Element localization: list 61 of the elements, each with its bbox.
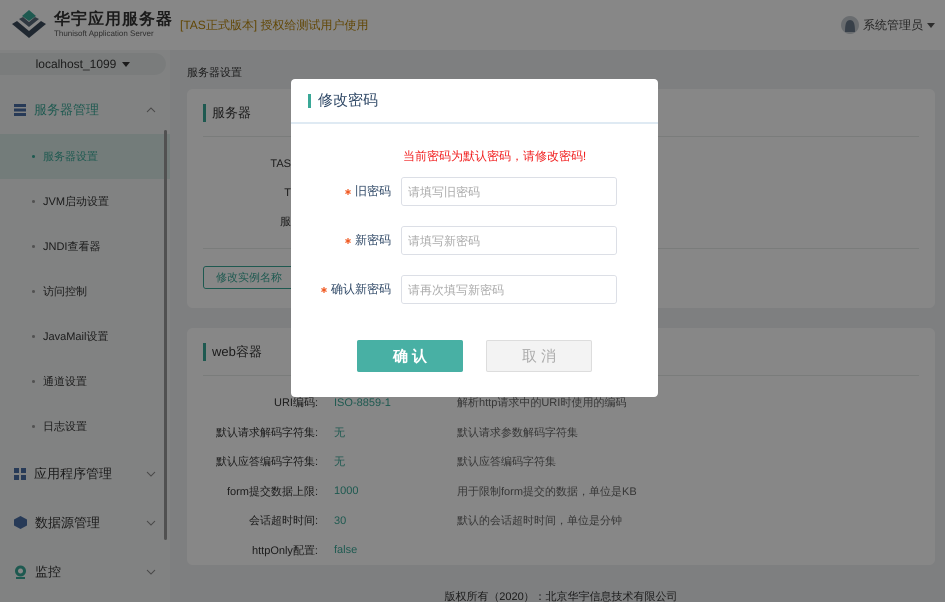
field-label: 服 xyxy=(279,215,291,229)
chevron-icon[interactable] xyxy=(146,106,156,112)
field-label: httpOnly配置: xyxy=(250,544,319,558)
caret-icon[interactable] xyxy=(122,62,130,66)
logo-title: 华宇应用服务器 xyxy=(54,11,173,29)
grid-icon xyxy=(14,468,26,480)
chevron-icon[interactable] xyxy=(146,470,156,476)
field-description: 默认的会话超时时间，单位是分钟 xyxy=(457,514,623,528)
logo-subtitle: Thunisoft Application Server xyxy=(54,29,155,39)
field-description: 默认应答编码字符集 xyxy=(457,454,557,470)
caret-icon[interactable] xyxy=(927,22,935,28)
password-field[interactable]: 请再次填写新密码 xyxy=(401,275,617,304)
field-value: 无 xyxy=(334,455,346,470)
menu-item[interactable]: JavaMail设置 xyxy=(0,314,170,359)
field-label: T xyxy=(283,186,291,198)
host-selector[interactable]: localhost_1099 xyxy=(0,53,166,75)
webcam-icon xyxy=(14,564,27,578)
menu-group[interactable]: 数据源管理 xyxy=(35,514,100,532)
confirm-button[interactable]: 确 认 xyxy=(357,340,463,372)
field-value: 无 xyxy=(334,426,346,440)
field-value: 30 xyxy=(334,514,348,527)
menu-item[interactable]: 日志设置 xyxy=(0,404,170,449)
license-notice: [TAS正式版本] 授权给测试用户使用 xyxy=(180,16,368,34)
dialog-title: 修改密码 xyxy=(318,91,378,110)
required-icon xyxy=(321,286,327,293)
user-menu[interactable]: 系统管理员 xyxy=(863,16,923,34)
field-description: 解析http请求中的URI时使用的编码 xyxy=(457,396,628,410)
field-value: 1000 xyxy=(334,485,360,498)
field-value: false xyxy=(334,544,358,556)
chevron-icon[interactable] xyxy=(146,568,156,574)
field-description: 默认请求参数解码字符集 xyxy=(457,426,579,440)
avatar-icon[interactable] xyxy=(841,16,859,34)
field-label: 会话超时时间: xyxy=(248,514,319,528)
field-label: form提交数据上限: xyxy=(226,484,319,499)
menu-item[interactable]: JNDI查看器 xyxy=(0,224,170,269)
warning-message: 当前密码为默认密码，请修改密码! xyxy=(402,148,588,165)
required-icon xyxy=(345,238,351,244)
card-title: 服务器 xyxy=(212,104,251,122)
field-label: 默认请求解码字符集: xyxy=(214,426,319,440)
chevron-icon[interactable] xyxy=(146,520,156,526)
field-description: 用于限制form提交的数据，单位是KB xyxy=(457,484,638,499)
menu-group[interactable]: 监控 xyxy=(35,562,61,580)
menu-item[interactable]: 通道设置 xyxy=(0,359,170,404)
field-label: 新密码 xyxy=(291,232,401,249)
field-value: ISO-8859-1 xyxy=(334,396,392,409)
password-field[interactable]: 请填写旧密码 xyxy=(401,177,617,206)
menu-item[interactable]: 访问控制 xyxy=(0,269,170,314)
required-icon xyxy=(345,188,351,195)
card-title: web容器 xyxy=(212,342,262,360)
copyright-footer: 版权所有（2020）：北京华宇信息技术有限公司 xyxy=(187,585,935,602)
menu-group[interactable]: 应用程序管理 xyxy=(34,464,112,482)
field-label: 默认应答编码字符集: xyxy=(214,454,319,470)
field-label: 旧密码 xyxy=(291,183,401,200)
menu-item[interactable]: JVM启动设置 xyxy=(0,179,170,224)
field-label: URI编码: xyxy=(273,396,319,410)
breadcrumb: 服务器设置 xyxy=(187,66,243,81)
logo-icon xyxy=(10,10,48,40)
field-label: TAS xyxy=(269,158,291,170)
password-field[interactable]: 请填写新密码 xyxy=(401,226,617,255)
server-icon xyxy=(14,104,26,116)
cube-icon xyxy=(14,516,27,529)
